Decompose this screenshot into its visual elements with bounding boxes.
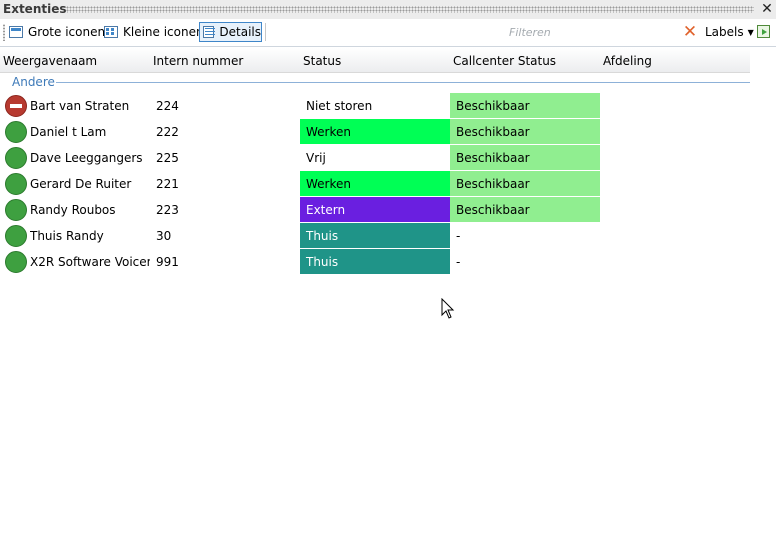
callcenter-status-cell: Beschikbaar xyxy=(450,171,600,196)
available-icon xyxy=(5,251,27,273)
table-row[interactable]: Dave Leeggangers 225 Vrij Beschikbaar xyxy=(0,145,776,171)
col-status[interactable]: Status xyxy=(303,54,341,68)
group-label[interactable]: Andere xyxy=(12,75,55,89)
column-header: Weergavenaam Intern nummer Status Callce… xyxy=(0,48,750,73)
details-label: Details xyxy=(219,25,261,39)
intern-number: 225 xyxy=(156,151,179,165)
intern-number: 222 xyxy=(156,125,179,139)
status-cell: Thuis xyxy=(300,249,450,274)
callcenter-status-cell: Beschikbaar xyxy=(450,145,600,170)
intern-number: 223 xyxy=(156,203,179,217)
table-row[interactable]: Gerard De Ruiter 221 Werken Beschikbaar xyxy=(0,171,776,197)
status-cell: Vrij xyxy=(300,145,450,170)
display-name: Bart van Straten xyxy=(30,99,130,113)
intern-number: 30 xyxy=(156,229,172,243)
labels-dropdown[interactable]: Labels ▼ xyxy=(705,23,754,41)
toolbar: Grote iconen Kleine iconen Details ✕ Lab… xyxy=(0,19,776,47)
mouse-cursor-icon xyxy=(441,298,455,319)
small-icons-icon xyxy=(104,26,118,38)
table-row[interactable]: X2R Software Voicem... 991 Thuis- xyxy=(0,249,776,275)
intern-number: 991 xyxy=(156,255,179,269)
table-row[interactable]: Daniel t Lam 222 Werken Beschikbaar xyxy=(0,119,776,145)
intern-number: 224 xyxy=(156,99,179,113)
details-icon xyxy=(203,26,216,38)
title-bar: Extenties ✕ xyxy=(0,0,776,19)
table-row[interactable]: Thuis Randy 30 Thuis - xyxy=(0,223,776,249)
available-icon xyxy=(5,147,27,169)
clear-filter-icon[interactable]: ✕ xyxy=(682,23,698,41)
display-name: Thuis Randy xyxy=(30,229,104,243)
col-callcenter-status[interactable]: Callcenter Status xyxy=(453,54,556,68)
display-name: Randy Roubos xyxy=(30,203,116,217)
callcenter-status-cell: Beschikbaar xyxy=(450,197,600,222)
display-name: X2R Software Voicem... xyxy=(30,255,150,269)
small-icons-label: Kleine iconen xyxy=(123,25,204,39)
close-button[interactable]: ✕ xyxy=(760,1,774,17)
available-icon xyxy=(5,199,27,221)
display-name: Daniel t Lam xyxy=(30,125,107,139)
window-title: Extenties xyxy=(3,2,67,16)
toolbar-separator xyxy=(265,23,266,41)
large-icons-icon xyxy=(9,26,23,38)
status-cell: Thuis xyxy=(300,223,450,248)
callcenter-status-cell: - xyxy=(456,255,461,269)
table-row[interactable]: Randy Roubos 223 Extern Beschikbaar xyxy=(0,197,776,223)
filter-input[interactable] xyxy=(507,24,679,40)
export-icon[interactable] xyxy=(757,25,770,38)
small-icons-button[interactable]: Kleine iconen xyxy=(104,22,204,42)
col-intern-nummer[interactable]: Intern nummer xyxy=(153,54,243,68)
toolbar-grip[interactable] xyxy=(3,24,5,41)
available-icon xyxy=(5,173,27,195)
callcenter-status-cell: Beschikbaar xyxy=(450,119,600,144)
large-icons-button[interactable]: Grote iconen xyxy=(9,22,105,42)
table-row[interactable]: Bart van Straten 224 Niet storen Beschikbaa… xyxy=(0,93,776,119)
callcenter-status-cell: Beschikbaar xyxy=(450,93,600,118)
labels-label: Labels xyxy=(705,25,744,39)
available-icon xyxy=(5,121,27,143)
large-icons-label: Grote iconen xyxy=(28,25,106,39)
title-grip[interactable] xyxy=(66,6,754,13)
status-cell: Extern xyxy=(300,197,450,222)
col-weergavenaam[interactable]: Weergavenaam xyxy=(3,54,97,68)
available-icon xyxy=(5,225,27,247)
group-divider xyxy=(56,82,750,83)
details-button[interactable]: Details xyxy=(199,22,262,42)
status-cell: Werken xyxy=(300,119,450,144)
do-not-disturb-icon xyxy=(5,95,27,117)
chevron-down-icon: ▼ xyxy=(747,28,754,37)
callcenter-status-cell: - xyxy=(456,229,461,243)
intern-number: 221 xyxy=(156,177,179,191)
col-afdeling[interactable]: Afdeling xyxy=(603,54,652,68)
status-cell: Niet storen xyxy=(300,93,450,118)
status-cell: Werken xyxy=(300,171,450,196)
display-name: Gerard De Ruiter xyxy=(30,177,132,191)
display-name: Dave Leeggangers xyxy=(30,151,143,165)
